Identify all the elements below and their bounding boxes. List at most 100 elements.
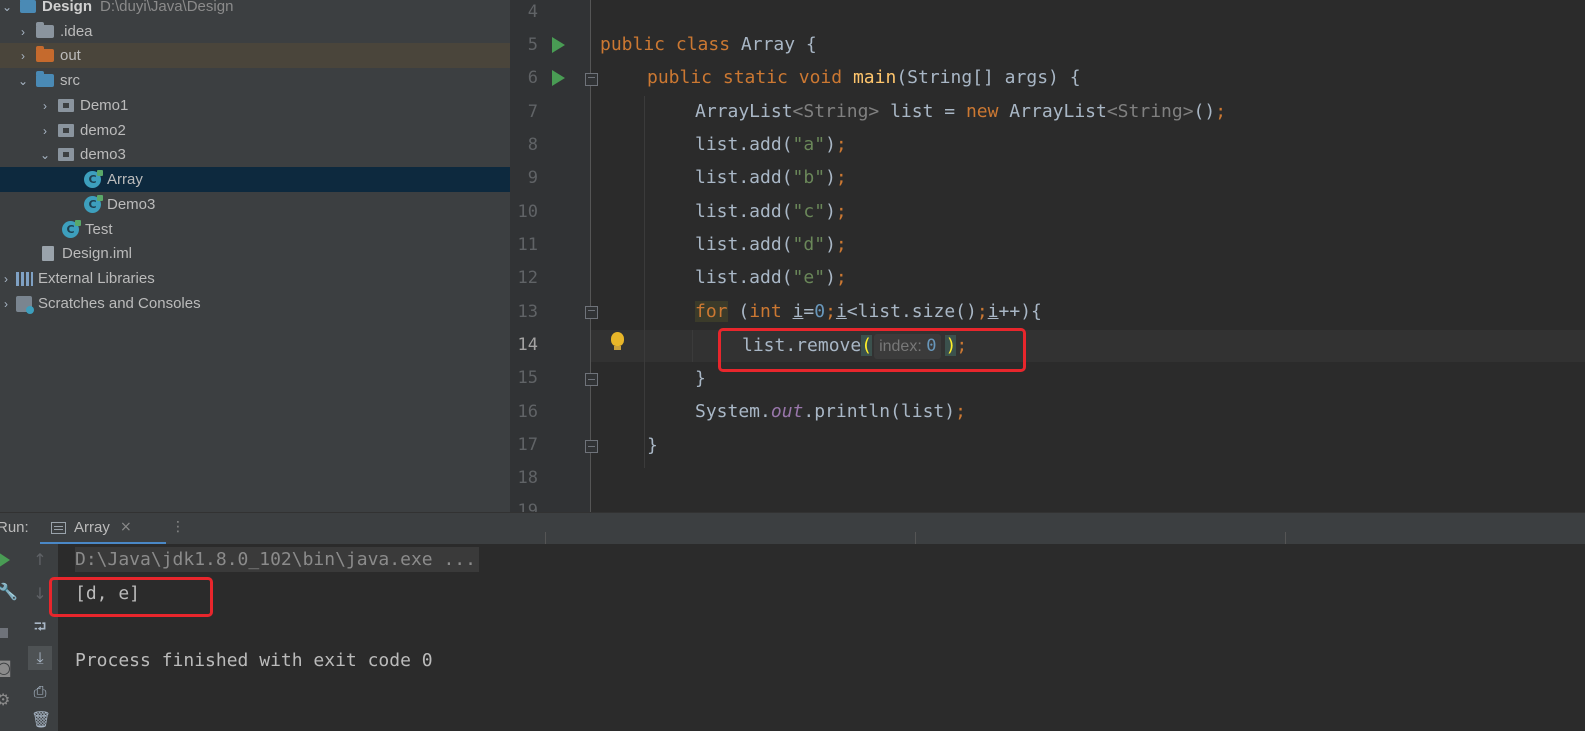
- code-editor[interactable]: 4 5 6 7 8 9 10 11 12 13 14 15 16 17 18 1…: [510, 0, 1585, 512]
- code-line-8: list.add("a");: [695, 129, 847, 161]
- class-name: Array: [740, 34, 796, 55]
- chevron-down-icon[interactable]: ⌄: [16, 74, 30, 88]
- brace: }: [647, 435, 658, 456]
- tree-item-idea[interactable]: › .idea: [0, 19, 510, 44]
- generic: <String>: [792, 101, 880, 122]
- tree-item-demo3[interactable]: ⌄ demo3: [0, 142, 510, 167]
- parens: (): [1193, 101, 1216, 122]
- fold-icon[interactable]: [585, 440, 598, 453]
- call: list.add(: [695, 234, 793, 255]
- keyword: public: [600, 34, 666, 55]
- command-text: D:\Java\jdk1.8.0_102\bin\java.exe ...: [75, 547, 479, 572]
- chevron-right-icon[interactable]: ›: [0, 297, 12, 311]
- chevron-right-icon[interactable]: ›: [38, 124, 52, 138]
- keyword: for: [695, 301, 728, 322]
- keyword: void: [798, 67, 843, 88]
- semicolon: ;: [955, 401, 966, 422]
- console-command-line: D:\Java\jdk1.8.0_102\bin\java.exe ...: [75, 547, 479, 572]
- tree-item-label: out: [60, 47, 81, 64]
- tree-item-demo3-class[interactable]: C Demo3: [0, 192, 510, 217]
- lightbulb-icon[interactable]: [611, 332, 624, 350]
- class: System.: [695, 401, 771, 422]
- chevron-right-icon[interactable]: ›: [16, 49, 30, 63]
- scroll-to-end-icon[interactable]: ⤓: [28, 646, 52, 670]
- tree-item-label: demo2: [80, 122, 126, 139]
- print-icon[interactable]: ⎙: [31, 682, 49, 702]
- tree-item-scratches[interactable]: › Scratches and Consoles: [0, 291, 510, 316]
- run-console[interactable]: 🔧 ◙ ⚙ ↑ ↓ ⮒ ⤓ ⎙ 🗑 D:\Java\jdk1.8.0_102\b…: [0, 544, 1585, 731]
- console-exit-message: Process finished with exit code 0: [75, 650, 433, 671]
- close-icon[interactable]: ×: [120, 519, 132, 535]
- line-number: 8: [527, 135, 538, 155]
- tree-item-label: Scratches and Consoles: [38, 295, 201, 312]
- op: =: [803, 301, 815, 322]
- line-number: 10: [517, 202, 538, 222]
- down-arrow-icon[interactable]: ↓: [32, 584, 48, 603]
- tree-item-design-iml[interactable]: Design.iml: [0, 241, 510, 266]
- keyword: new: [965, 101, 999, 122]
- run-main-icon[interactable]: [552, 70, 565, 86]
- java-class-icon: C: [84, 170, 103, 188]
- condition: <list.size(): [846, 301, 977, 322]
- wrench-icon[interactable]: 🔧: [0, 582, 18, 601]
- string: "d": [792, 234, 826, 255]
- tree-root-label: Design: [42, 0, 93, 15]
- run-tool-strip: 🔧 ◙ ⚙ ↑ ↓ ⮒ ⤓ ⎙ 🗑: [0, 544, 58, 731]
- line-number: 17: [517, 435, 538, 455]
- line-number: 12: [517, 268, 538, 288]
- tree-root-design[interactable]: ⌄ Design D:\duyi\Java\Design: [0, 0, 510, 19]
- indent-guide: [644, 96, 645, 468]
- call: list.add(: [695, 267, 793, 288]
- fold-icon[interactable]: [585, 73, 598, 86]
- more-options-icon[interactable]: ⋮: [171, 519, 185, 535]
- stop-icon[interactable]: [0, 628, 8, 638]
- code-line-13: for (int i=0;i<list.size();i++){: [695, 296, 1042, 328]
- chevron-down-icon[interactable]: ⌄: [38, 148, 52, 162]
- tree-item-demo2[interactable]: › demo2: [0, 118, 510, 143]
- string: "c": [792, 201, 826, 222]
- chevron-right-icon[interactable]: ›: [0, 272, 12, 286]
- project-tree: ⌄ Design D:\duyi\Java\Design › .idea › o…: [0, 0, 510, 512]
- chevron-right-icon[interactable]: ›: [38, 99, 52, 113]
- output-highlight-box: [49, 577, 213, 617]
- chevron-down-icon[interactable]: ⌄: [0, 0, 14, 14]
- libraries-icon: [16, 271, 33, 286]
- line-number: 4: [527, 2, 538, 22]
- camera-icon[interactable]: ◙: [0, 658, 12, 677]
- package-icon: [58, 148, 74, 161]
- semicolon: ;: [825, 301, 836, 322]
- semicolon: ;: [835, 201, 847, 222]
- fold-icon[interactable]: [585, 306, 598, 319]
- generic: <String>: [1106, 101, 1194, 122]
- rerun-icon[interactable]: [0, 552, 10, 568]
- soft-wrap-icon[interactable]: ⮒: [31, 616, 49, 643]
- trash-icon[interactable]: 🗑: [31, 710, 51, 729]
- tree-item-src[interactable]: ⌄ src: [0, 68, 510, 93]
- source-folder-icon: [36, 71, 54, 87]
- run-class-icon[interactable]: [552, 37, 565, 53]
- line-number: 15: [517, 368, 538, 388]
- semicolon: ;: [835, 167, 847, 188]
- tree-item-array[interactable]: C Array: [0, 167, 510, 192]
- method-name: main: [852, 67, 897, 88]
- tree-item-label: Demo1: [80, 97, 129, 114]
- code-line-17: }: [647, 430, 658, 462]
- tree-item-out[interactable]: › out: [0, 43, 510, 68]
- tree-item-label: Design.iml: [62, 245, 133, 262]
- paren: ): [825, 167, 836, 188]
- fold-icon[interactable]: [585, 373, 598, 386]
- run-label: Run:: [0, 519, 29, 536]
- tree-item-test[interactable]: C Test: [0, 217, 510, 242]
- highlight-box: [718, 328, 1026, 372]
- type: ArrayList: [695, 101, 793, 122]
- settings-icon[interactable]: ⚙: [0, 690, 10, 709]
- line-number: 18: [517, 468, 538, 488]
- up-arrow-icon[interactable]: ↑: [32, 550, 48, 569]
- string: "a": [792, 134, 826, 155]
- tree-item-demo1[interactable]: › Demo1: [0, 93, 510, 118]
- tree-item-external-libraries[interactable]: › External Libraries: [0, 266, 510, 291]
- call: list.add(: [695, 134, 793, 155]
- run-tab-array[interactable]: Array ×: [40, 513, 166, 545]
- chevron-right-icon[interactable]: ›: [16, 25, 30, 39]
